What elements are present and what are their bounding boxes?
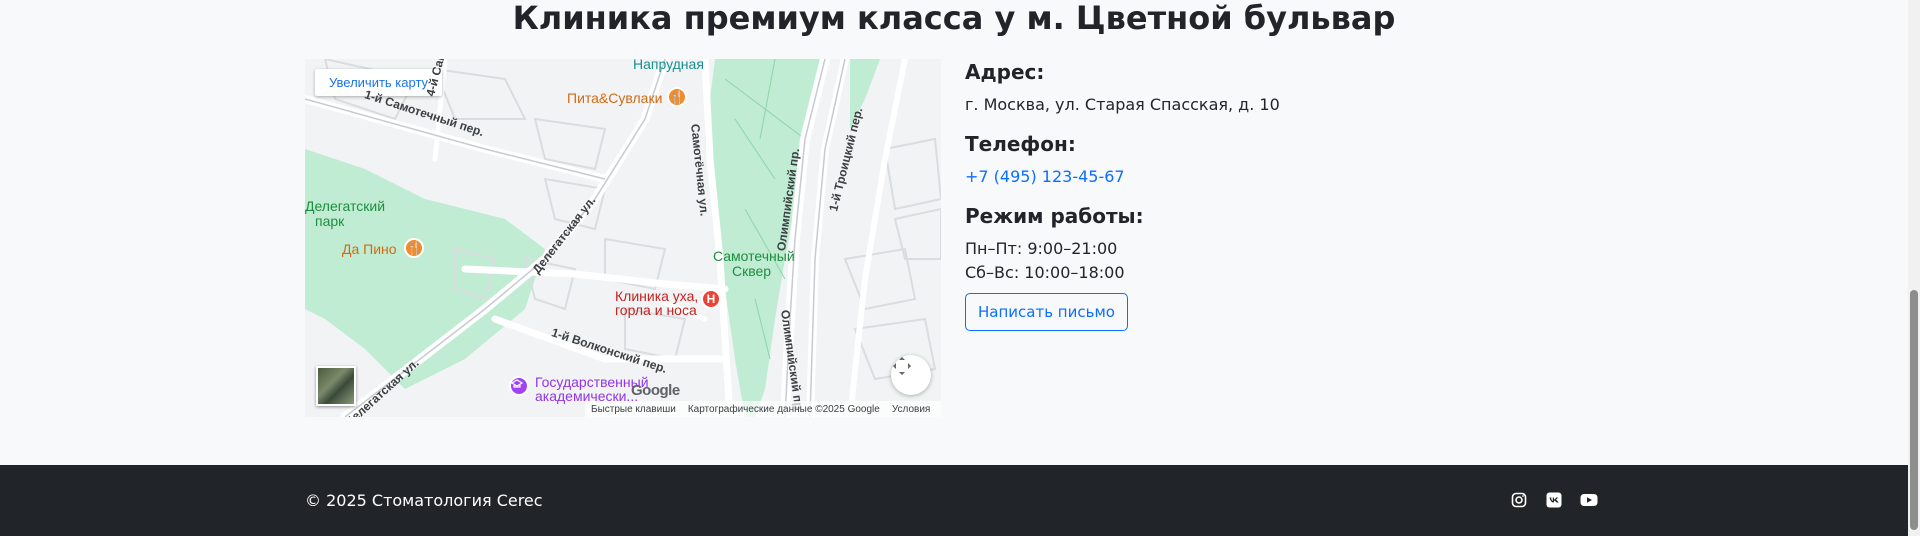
map-place-label[interactable]: горла и носа (615, 303, 697, 317)
contacts-panel: Адрес: г. Москва, ул. Старая Спасская, д… (965, 59, 1465, 345)
restaurant-pin-icon[interactable]: 🍴 (404, 238, 424, 258)
hours-weekend: Сб–Вс: 10:00–18:00 (965, 263, 1125, 282)
hours-weekdays: Пн–Пт: 9:00–21:00 (965, 239, 1118, 258)
google-logo: Google (631, 382, 680, 399)
page-scrollbar[interactable] (1908, 0, 1920, 536)
map-terms-link[interactable]: Условия (892, 404, 931, 415)
map-place-label[interactable]: Да Пино (342, 241, 397, 257)
phone-block: Телефон: +7 (495) 123-45-67 (965, 131, 1465, 189)
map-attribution: Быстрые клавиши Картографические данные … (585, 401, 941, 417)
map-place-label: Напрудная (633, 59, 704, 72)
address-text: г. Москва, ул. Старая Спасская, д. 10 (965, 95, 1280, 114)
map-camera-control-button[interactable] (891, 355, 931, 395)
section-title: Клиника премиум класса у м. Цветной буль… (512, 0, 1396, 37)
move-arrows-icon (893, 357, 911, 375)
map-data-attribution: Картографические данные ©2025 Google (687, 403, 880, 415)
map-place-label[interactable]: Клиника уха, (615, 289, 698, 303)
map-embed[interactable]: Увеличить карту 1-й Самотечный пер. 4-й … (305, 59, 941, 417)
satellite-toggle-button[interactable] (316, 366, 356, 406)
write-letter-button[interactable]: Написать письмо (965, 293, 1128, 331)
scrollbar-thumb[interactable] (1910, 290, 1918, 530)
university-pin-icon[interactable] (509, 376, 529, 396)
map-place-label: Самотечный (713, 248, 795, 264)
site-footer: © 2025 Стоматология Cerec (0, 465, 1908, 536)
footer-copyright: © 2025 Стоматология Cerec (305, 491, 543, 510)
instagram-icon[interactable] (1510, 491, 1528, 509)
hours-heading: Режим работы: (965, 204, 1144, 228)
map-place-label[interactable]: Пита&Сувлаки (567, 90, 662, 106)
phone-heading: Телефон: (965, 132, 1076, 156)
address-block: Адрес: г. Москва, ул. Старая Спасская, д… (965, 59, 1465, 117)
hospital-pin-icon[interactable]: H (701, 289, 721, 309)
map-place-label: Делегатский (305, 198, 386, 214)
address-heading: Адрес: (965, 60, 1045, 84)
map-shortcuts-link[interactable]: Быстрые клавиши (591, 404, 676, 415)
phone-link[interactable]: +7 (495) 123-45-67 (965, 167, 1125, 186)
hours-block: Режим работы: Пн–Пт: 9:00–21:00 Сб–Вс: 1… (965, 203, 1465, 331)
youtube-icon[interactable] (1580, 491, 1598, 509)
map-place-label: Сквер (732, 263, 772, 279)
social-links (1510, 491, 1598, 509)
map-place-label: парк (315, 213, 345, 229)
vk-icon[interactable] (1545, 491, 1563, 509)
restaurant-pin-icon[interactable]: 🍴 (667, 87, 687, 107)
